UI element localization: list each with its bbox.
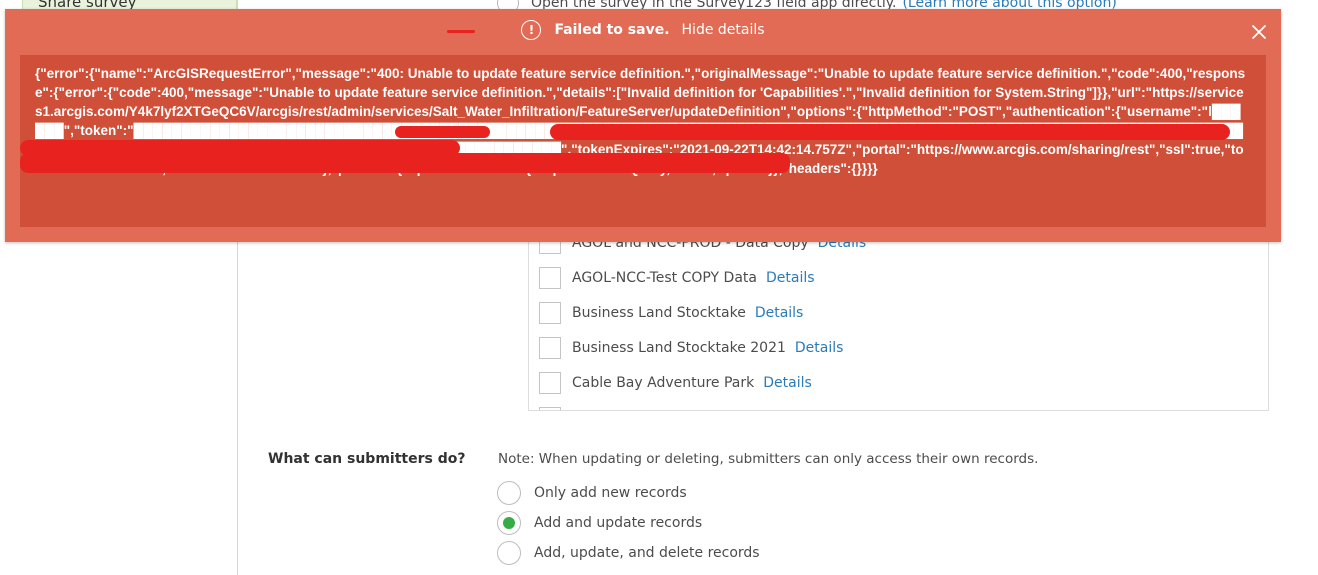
layer-name: Cable Bay Adventure Park <box>572 375 755 391</box>
list-item[interactable]: AGOL-NCC-Test COPY Data Details <box>539 265 815 291</box>
layer-name: AGOL-NCC-Test COPY Data <box>572 270 757 286</box>
checkbox[interactable] <box>539 372 561 394</box>
redaction-mark <box>550 124 1230 140</box>
close-icon[interactable] <box>1251 24 1267 40</box>
redaction-mark <box>20 153 790 173</box>
details-link[interactable]: Details <box>755 305 804 321</box>
list-item[interactable]: Business Land Stocktake Details <box>539 300 803 326</box>
redaction-mark <box>395 126 490 138</box>
radio-label: Add, update, and delete records <box>534 545 760 561</box>
radio-option-add-update[interactable]: Add and update records <box>497 510 702 536</box>
radio-button[interactable] <box>497 541 521 565</box>
radio-label: Only add new records <box>534 485 687 501</box>
radio-button-checked[interactable] <box>497 511 521 535</box>
details-link[interactable]: Details <box>766 270 815 286</box>
banner-title: Failed to save. <box>554 22 670 38</box>
submitters-note: Note: When updating or deleting, submitt… <box>498 451 1039 467</box>
radio-option-add-only[interactable]: Only add new records <box>497 480 687 506</box>
banner-header: ! Failed to save. Hide details <box>5 19 1281 49</box>
layer-name: Business Land Stocktake 2021 <box>572 340 786 356</box>
radio-button[interactable] <box>497 481 521 505</box>
submitters-heading: What can submitters do? <box>268 451 466 467</box>
layer-list[interactable]: AGOL and NCC-PROD - Data Copy Details AG… <box>528 232 1269 411</box>
details-link[interactable]: Details <box>795 340 844 356</box>
checkbox[interactable] <box>539 302 561 324</box>
list-item[interactable]: Cable Bay Adventure Park Details <box>539 370 812 396</box>
hide-details-link[interactable]: Hide details <box>682 22 765 38</box>
checkbox[interactable] <box>539 267 561 289</box>
list-item[interactable] <box>539 405 572 410</box>
alert-circle-icon: ! <box>521 20 542 40</box>
radio-option-add-update-delete[interactable]: Add, update, and delete records <box>497 540 760 566</box>
radio-label: Add and update records <box>534 515 703 531</box>
details-link[interactable]: Details <box>763 375 812 391</box>
list-item[interactable]: Business Land Stocktake 2021 Details <box>539 335 843 361</box>
redaction-mark <box>447 30 475 33</box>
checkbox[interactable] <box>539 407 561 410</box>
checkbox[interactable] <box>539 337 561 359</box>
layer-name: Business Land Stocktake <box>572 305 746 321</box>
